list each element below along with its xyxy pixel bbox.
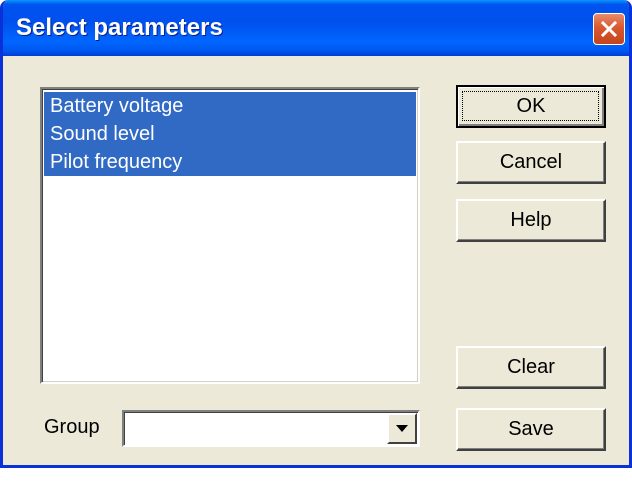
clear-button-label: Clear [507,356,555,378]
clear-button[interactable]: Clear [456,346,606,389]
dialog-title: Select parameters [16,14,223,41]
list-item-battery-voltage[interactable]: Battery voltage [44,92,416,120]
focus-rectangle [462,91,599,121]
close-button[interactable] [593,13,625,45]
group-dropdown-button[interactable] [387,413,417,444]
chevron-down-icon [396,425,408,432]
cancel-button-label: Cancel [499,151,563,173]
group-label: Group [44,416,100,438]
ok-button[interactable]: OK [456,85,606,128]
cancel-button[interactable]: Cancel [456,141,606,184]
group-dropdown[interactable] [122,410,420,447]
help-button-label: Help [510,209,552,231]
help-button[interactable]: Help [456,199,606,242]
parameters-listbox[interactable]: Battery voltage Sound level Pilot freque… [40,87,420,384]
list-item-sound-level[interactable]: Sound level [44,120,416,148]
save-button[interactable]: Save [456,408,606,451]
list-item-pilot-frequency[interactable]: Pilot frequency [44,148,416,176]
title-bar[interactable]: Select parameters [3,0,629,56]
save-button-label: Save [508,418,554,440]
close-icon [600,20,618,38]
